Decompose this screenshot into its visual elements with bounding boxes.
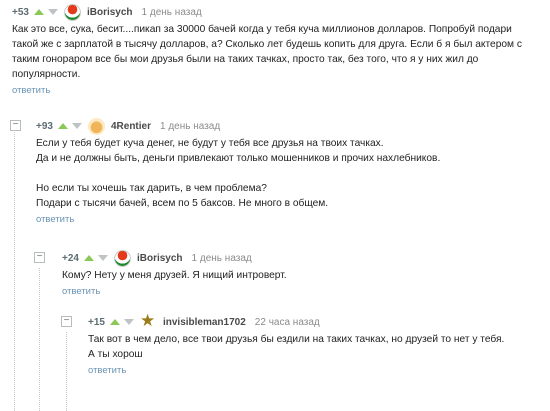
comment-header: +53 iBorisych 1 день назад: [12, 2, 550, 22]
comment-text: Как это все, сука, бесит....пикап за 300…: [12, 24, 522, 80]
comment-text: Подари с тысячи бачей, всем по 5 баксов.…: [36, 198, 329, 209]
downvote-icon[interactable]: [123, 319, 134, 325]
reply-link[interactable]: ответить: [88, 365, 550, 376]
comment-text: Так вот в чем дело, все твои друзья бы е…: [88, 334, 505, 345]
downvote-icon[interactable]: [71, 123, 82, 129]
collapse-toggle[interactable]: −: [34, 252, 45, 263]
rating: +53: [12, 6, 29, 18]
timestamp[interactable]: 1 день назад: [192, 253, 252, 264]
username[interactable]: invisibleman1702: [163, 317, 246, 328]
comment-body: Как это все, сука, бесит....пикап за 300…: [12, 22, 532, 82]
comment-header: +15 ★ invisibleman1702 22 часа назад: [88, 310, 550, 332]
comment-body: Так вот в чем дело, все твои друзья бы е…: [88, 332, 538, 362]
rating: +24: [62, 252, 79, 264]
comment: +15 ★ invisibleman1702 22 часа назад Так…: [88, 310, 550, 377]
collapse-toggle[interactable]: −: [10, 120, 21, 131]
timestamp[interactable]: 1 день назад: [160, 121, 220, 132]
comment: +93 4Rentier 1 день назад Если у тебя бу…: [36, 116, 550, 225]
thread-line: [39, 268, 40, 411]
avatar[interactable]: ★: [139, 310, 157, 331]
comment-text: Если у тебя будет куча денег, не будут у…: [36, 138, 384, 149]
comment-text: Да и не должны быть, деньги привлекают т…: [36, 153, 441, 164]
upvote-icon[interactable]: [83, 255, 94, 261]
rating: +93: [36, 120, 53, 132]
upvote-icon[interactable]: [33, 9, 44, 15]
avatar[interactable]: [63, 3, 81, 21]
username[interactable]: iBorisych: [137, 253, 183, 264]
comment-text: А ты хорош: [88, 349, 143, 360]
star-icon: ★: [139, 310, 156, 330]
avatar[interactable]: [87, 117, 105, 135]
upvote-icon[interactable]: [57, 123, 68, 129]
comment: +24 iBorisych 1 день назад Кому? Нету у …: [62, 248, 550, 297]
downvote-icon[interactable]: [97, 255, 108, 261]
reply-link[interactable]: ответить: [12, 85, 550, 96]
upvote-icon[interactable]: [109, 319, 120, 325]
comment-text: Но если ты хочешь так дарить, в чем проб…: [36, 183, 267, 194]
timestamp[interactable]: 1 день назад: [142, 7, 202, 18]
downvote-icon[interactable]: [47, 9, 58, 15]
comment-body: Если у тебя будет куча денег, не будут у…: [36, 136, 550, 211]
username[interactable]: 4Rentier: [111, 121, 151, 132]
comment-header: +24 iBorisych 1 день назад: [62, 248, 550, 268]
comment-header: +93 4Rentier 1 день назад: [36, 116, 550, 136]
comment: +53 iBorisych 1 день назад Как это все, …: [12, 2, 550, 96]
reply-link[interactable]: ответить: [62, 286, 550, 297]
collapse-toggle[interactable]: −: [61, 316, 72, 327]
thread-line: [66, 332, 67, 411]
avatar[interactable]: [113, 249, 131, 267]
comment-text: Кому? Нету у меня друзей. Я нищий интров…: [62, 270, 287, 281]
timestamp[interactable]: 22 часа назад: [255, 317, 320, 328]
thread-line: [14, 130, 15, 411]
rating: +15: [88, 316, 105, 328]
username[interactable]: iBorisych: [87, 7, 133, 18]
comment-body: Кому? Нету у меня друзей. Я нищий интров…: [62, 268, 550, 283]
reply-link[interactable]: ответить: [36, 214, 550, 225]
